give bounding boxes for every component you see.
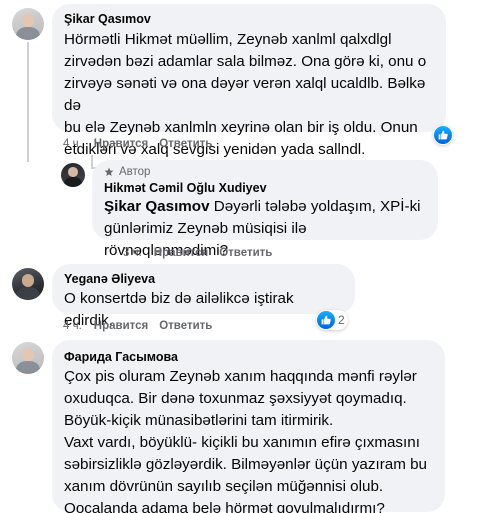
reaction-badge[interactable]: 2 <box>316 310 348 330</box>
avatar[interactable] <box>61 163 85 187</box>
reply-link[interactable]: Ответить <box>159 138 212 150</box>
comment-bubble: Автор Hikmət Cəmil Oğlu Xudiyev Şikar Qa… <box>92 160 438 259</box>
reply-link[interactable]: Ответить <box>219 247 272 259</box>
comment-4: Фарида Гасымова Çox pis oluram Zeynəb xa… <box>0 340 482 513</box>
author-badge: Автор <box>104 166 426 178</box>
comment-text: Çox pis oluram Zeynəb xanım haqqında mən… <box>64 368 427 513</box>
comment-author[interactable]: Фарида Гасымова <box>64 349 433 365</box>
comment-3: Yeganə Əliyeva O konsertdə biz də ailəli… <box>0 262 482 342</box>
comment-bubble: Yeganə Əliyeva O konsertdə biz də ailəli… <box>52 264 355 329</box>
thread-line <box>27 42 29 162</box>
comment-author[interactable]: Şikar Qasımov <box>64 11 434 27</box>
comment-bubble: Şikar Qasımov Hörmətli Hikmət müəllim, Z… <box>52 4 446 158</box>
comment-1: Şikar Qasımov Hörmətli Hikmət müəllim, Z… <box>0 0 482 160</box>
avatar[interactable] <box>12 8 44 40</box>
author-badge-label: Автор <box>119 166 151 178</box>
comment-author[interactable]: Hikmət Cəmil Oğlu Xudiyev <box>104 180 426 196</box>
reply-link[interactable]: Ответить <box>159 320 212 332</box>
avatar[interactable] <box>12 268 44 300</box>
reaction-count: 2 <box>338 313 345 327</box>
author-star-icon <box>104 167 115 178</box>
like-icon <box>434 126 452 144</box>
comment-reply: Автор Hikmət Cəmil Oğlu Xudiyev Şikar Qa… <box>0 160 482 260</box>
like-link[interactable]: Нравится <box>94 320 148 332</box>
comment-bubble: Фарида Гасымова Çox pis oluram Zeynəb xa… <box>52 340 445 513</box>
comment-actions: 4 ч. Нравится Ответить <box>63 138 223 150</box>
comment-author[interactable]: Yeganə Əliyeva <box>64 271 343 287</box>
comment-time[interactable]: 4 ч. <box>63 320 82 332</box>
like-icon <box>317 311 335 329</box>
comment-time[interactable]: 3 ч. <box>123 247 142 259</box>
comment-actions: 3 ч. Нравится Ответить <box>123 247 283 259</box>
comment-actions: 4 ч. Нравится Ответить <box>63 320 223 332</box>
like-link[interactable]: Нравится <box>154 247 208 259</box>
like-link[interactable]: Нравится <box>94 138 148 150</box>
comment-time[interactable]: 4 ч. <box>63 138 82 150</box>
mention[interactable]: Şikar Qasımov <box>104 198 210 215</box>
reaction-badge[interactable] <box>433 125 453 145</box>
avatar[interactable] <box>12 342 44 374</box>
